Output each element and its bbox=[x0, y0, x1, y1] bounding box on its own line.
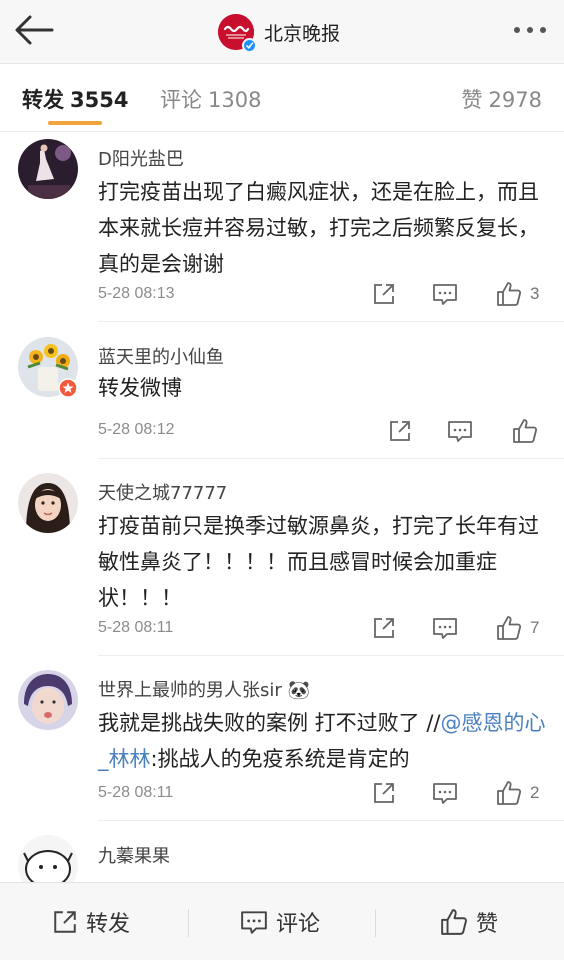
comment-icon bbox=[433, 284, 457, 305]
comment-icon bbox=[433, 618, 457, 639]
tab-comment-count: 1308 bbox=[208, 88, 262, 112]
like-count: 3 bbox=[530, 284, 540, 303]
comment-text: 我就是挑战失败的案例 打不过败了 //@感恩的心_林林:挑战人的免疫系统是肯定的 bbox=[98, 705, 548, 777]
tab-like-count: 2978 bbox=[488, 88, 542, 112]
repost-button[interactable] bbox=[372, 613, 396, 643]
member-badge-icon bbox=[58, 378, 78, 398]
panda-emoji: 🐼 bbox=[287, 680, 310, 701]
comment-button[interactable] bbox=[432, 279, 458, 309]
tab-like[interactable]: 赞 2978 bbox=[462, 84, 542, 114]
account-title-area[interactable]: 北京晚报 bbox=[218, 12, 341, 53]
like-button[interactable]: 7 bbox=[496, 613, 539, 643]
repost-button[interactable] bbox=[372, 279, 396, 309]
tab-bar: 转发 3554 评论 1308 赞 2978 bbox=[0, 64, 564, 132]
top-nav-bar: 北京晚报 bbox=[0, 0, 564, 64]
bottom-comment-label: 评论 bbox=[276, 912, 321, 937]
avatar[interactable] bbox=[18, 139, 78, 199]
username-text: 世界上最帅的男人张sir bbox=[98, 680, 282, 701]
timestamp: 5-28 08:11 bbox=[98, 784, 174, 801]
thumbs-up-icon bbox=[497, 781, 522, 805]
active-tab-indicator bbox=[48, 121, 102, 125]
avatar[interactable] bbox=[18, 670, 78, 730]
tab-like-label: 赞 bbox=[461, 88, 483, 112]
thumbs-up-icon bbox=[513, 419, 538, 443]
share-icon bbox=[374, 284, 394, 304]
like-count: 2 bbox=[530, 783, 540, 802]
tab-comment[interactable]: 评论 1308 bbox=[160, 84, 261, 114]
more-button[interactable] bbox=[510, 16, 550, 44]
avatar[interactable] bbox=[18, 473, 78, 533]
comment-icon bbox=[433, 783, 457, 804]
tab-comment-label: 评论 bbox=[160, 88, 202, 112]
comment-text: 转发微博 bbox=[98, 376, 182, 400]
back-button[interactable] bbox=[14, 14, 54, 46]
timestamp: 5-28 08:13 bbox=[98, 285, 175, 302]
arrow-left-icon bbox=[15, 15, 54, 45]
thumbs-up-icon bbox=[441, 909, 467, 935]
timestamp: 5-28 08:11 bbox=[98, 619, 174, 636]
repost-button[interactable] bbox=[388, 416, 412, 446]
comment-icon bbox=[241, 911, 267, 934]
list-item: 蓝天里的小仙鱼 转发微博 5-28 08:12 bbox=[0, 322, 564, 459]
comment-text-main: 我就是挑战失败的案例 打不过败了 // bbox=[98, 711, 441, 735]
verified-icon bbox=[242, 38, 257, 53]
tab-repost-label: 转发 bbox=[22, 88, 64, 112]
comment-button[interactable] bbox=[432, 778, 458, 808]
dot bbox=[527, 27, 533, 33]
username[interactable]: 世界上最帅的男人张sir 🐼 bbox=[98, 676, 310, 702]
divider bbox=[188, 909, 189, 937]
like-button[interactable] bbox=[512, 416, 538, 446]
username[interactable]: 天使之城77777 bbox=[98, 479, 227, 505]
divider bbox=[375, 909, 376, 937]
list-item: 九蓁果果 bbox=[0, 821, 564, 882]
like-button[interactable]: 3 bbox=[496, 279, 539, 309]
bottom-comment-button[interactable]: 评论 bbox=[240, 883, 320, 960]
dot bbox=[514, 27, 520, 33]
comment-text: 打完疫苗出现了白癜风症状，还是在脸上，而且本来就长痘并容易过敏，打完之后频繁反复… bbox=[98, 180, 539, 276]
share-icon bbox=[54, 911, 76, 933]
username[interactable]: 蓝天里的小仙鱼 bbox=[98, 343, 224, 369]
page-title: 北京晚报 bbox=[264, 22, 341, 45]
bottom-like-button[interactable]: 赞 bbox=[440, 883, 498, 960]
share-icon bbox=[374, 783, 394, 803]
like-count: 7 bbox=[530, 618, 540, 637]
share-icon bbox=[390, 421, 410, 441]
bottom-repost-button[interactable]: 转发 bbox=[52, 883, 130, 960]
account-avatar bbox=[218, 14, 257, 53]
comment-button[interactable] bbox=[447, 416, 473, 446]
username[interactable]: 九蓁果果 bbox=[98, 842, 170, 868]
thumbs-up-icon bbox=[497, 616, 522, 640]
list-item: 世界上最帅的男人张sir 🐼 我就是挑战失败的案例 打不过败了 //@感恩的心_… bbox=[0, 656, 564, 821]
bottom-repost-label: 转发 bbox=[86, 912, 131, 937]
comment-button[interactable] bbox=[432, 613, 458, 643]
repost-button[interactable] bbox=[372, 778, 396, 808]
list-item: D阳光盐巴 打完疫苗出现了白癜风症状，还是在脸上，而且本来就长痘并容易过敏，打完… bbox=[0, 133, 564, 322]
dot bbox=[540, 27, 546, 33]
thumbs-up-icon bbox=[497, 282, 522, 306]
comment-text-quote: :挑战人的免疫系统是肯定的 bbox=[150, 747, 410, 771]
comment-text: 打疫苗前只是换季过敏源鼻炎，打完了长年有过敏性鼻炎了！！！！而且感冒时候会加重症… bbox=[98, 514, 539, 610]
tab-repost[interactable]: 转发 3554 bbox=[22, 84, 128, 114]
share-icon bbox=[374, 618, 394, 638]
avatar[interactable] bbox=[18, 835, 78, 882]
bottom-like-label: 赞 bbox=[476, 912, 499, 937]
list-item: 天使之城77777 打疫苗前只是换季过敏源鼻炎，打完了长年有过敏性鼻炎了！！！！… bbox=[0, 459, 564, 656]
username[interactable]: D阳光盐巴 bbox=[98, 145, 184, 171]
comment-icon bbox=[448, 421, 472, 442]
bottom-action-bar: 转发 评论 赞 bbox=[0, 882, 564, 960]
like-button[interactable]: 2 bbox=[496, 778, 539, 808]
tab-repost-count: 3554 bbox=[70, 88, 129, 112]
timestamp: 5-28 08:12 bbox=[98, 421, 175, 438]
